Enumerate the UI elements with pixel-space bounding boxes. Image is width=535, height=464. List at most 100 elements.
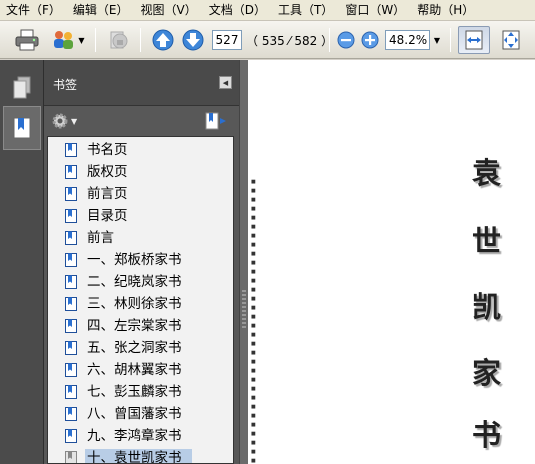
- bookmark-label: 十、袁世凯家书: [85, 449, 192, 463]
- bookmark-item[interactable]: 四、左宗棠家书: [48, 315, 233, 337]
- bookmark-icon: [65, 385, 77, 399]
- chevron-down-icon: ▼: [78, 35, 85, 45]
- bookmark-icon: [13, 117, 31, 139]
- print-button[interactable]: [12, 26, 42, 54]
- menu-bar: 文件（F） 编辑（E） 视图（V） 文档（D） 工具（T） 窗口（W） 帮助（H…: [0, 0, 535, 21]
- previous-page-button[interactable]: [150, 26, 176, 54]
- bookmarks-toolbar: ▼: [44, 107, 239, 135]
- menu-file[interactable]: 文件（F）: [0, 0, 67, 20]
- bookmark-icon: [65, 297, 77, 311]
- menu-view[interactable]: 视图（V）: [135, 0, 203, 20]
- zoom-dropdown-chevron-icon[interactable]: ▼: [431, 30, 443, 50]
- options-chevron-down-icon: ▼: [71, 116, 78, 126]
- bookmark-icon: [65, 143, 77, 157]
- bookmark-list: 书名页版权页前言页目录页前言一、郑板桥家书 二、纪晓岚家书三、林则徐家书四、左宗棠…: [47, 136, 234, 464]
- bookmark-item[interactable]: 七、彭玉麟家书: [48, 381, 233, 403]
- printer-icon: [15, 29, 39, 51]
- bookmark-item[interactable]: 十、袁世凯家书: [48, 447, 233, 463]
- gear-icon: [52, 113, 68, 129]
- people-icon: [54, 31, 74, 49]
- bookmark-icon: [65, 209, 77, 223]
- bookmark-icon: [65, 231, 77, 245]
- bookmark-label: 八、曾国藩家书: [87, 406, 182, 422]
- menu-help[interactable]: 帮助（H）: [411, 0, 480, 20]
- bookmark-label: 九、李鸿章家书: [87, 428, 182, 444]
- bookmark-item[interactable]: 三、林则徐家书: [48, 293, 233, 315]
- bookmark-icon: [65, 407, 77, 421]
- pages-icon: [13, 76, 31, 99]
- bookmark-label: 四、左宗棠家书: [87, 318, 182, 334]
- bookmark-item[interactable]: 六、胡林翼家书: [48, 359, 233, 381]
- bookmark-icon: [65, 341, 77, 355]
- bookmark-item[interactable]: 目录页: [48, 205, 233, 227]
- zoom-out-button[interactable]: [336, 26, 356, 54]
- arrow-up-icon: [152, 29, 174, 51]
- bookmark-item[interactable]: 前言: [48, 227, 233, 249]
- bookmark-label: 目录页: [87, 208, 128, 224]
- bookmark-label: 五、张之洞家书: [87, 340, 182, 356]
- zoom-in-button[interactable]: [360, 26, 380, 54]
- bookmark-label: 版权页: [87, 164, 128, 180]
- document-title-char: 世: [472, 224, 502, 258]
- bookmark-icon: [65, 165, 77, 179]
- document-view[interactable]: ■ ■ ■ ■ ■ ■ ■ ■ ■ ■ ■ ■ ■ ■ ■ ■ ■ ■ ■ ■ ■…: [248, 60, 535, 464]
- bookmark-item[interactable]: 书名页: [48, 139, 233, 161]
- fit-page-icon: [502, 30, 520, 50]
- page-fine-print: ■ ■ ■ ■ ■ ■ ■ ■ ■ ■ ■ ■ ■ ■ ■ ■ ■ ■ ■ ■ ■…: [251, 179, 256, 464]
- bookmark-label: 二、纪晓岚家书: [87, 274, 182, 290]
- menu-tools[interactable]: 工具（T）: [272, 0, 339, 20]
- bookmarks-title: 书签: [53, 78, 78, 92]
- bookmark-item[interactable]: 前言页: [48, 183, 233, 205]
- secure-document-icon: [110, 31, 128, 49]
- fit-width-icon: [465, 30, 483, 50]
- bookmark-label: 一、郑板桥家书: [87, 252, 182, 268]
- bookmark-item[interactable]: 九、李鸿章家书: [48, 425, 233, 447]
- document-title-char: 书: [472, 418, 502, 452]
- next-page-button[interactable]: [180, 26, 206, 54]
- navigation-panel-tabs: [0, 60, 44, 464]
- menu-edit[interactable]: 编辑（E）: [67, 0, 135, 20]
- secure-button[interactable]: [103, 26, 133, 54]
- panel-splitter[interactable]: [239, 60, 248, 464]
- pages-tab[interactable]: [3, 66, 41, 110]
- fit-width-button[interactable]: [458, 26, 490, 54]
- bookmarks-header: 书签 ◀: [44, 60, 239, 106]
- zoom-level-input[interactable]: 48.2%: [385, 30, 430, 50]
- bookmark-icon: [65, 429, 77, 443]
- document-title-char: 袁: [472, 156, 502, 190]
- menu-document[interactable]: 文档（D）: [203, 0, 272, 20]
- bookmark-label: 书名页: [87, 142, 128, 158]
- document-title-char: 凯: [472, 290, 502, 324]
- bookmark-label: 六、胡林翼家书: [87, 362, 182, 378]
- bookmark-icon: [65, 363, 77, 377]
- toolbar: ▼ 527 （ 535 ⁄ 582 ） 48.2% ▼: [0, 21, 535, 59]
- bookmarks-tab[interactable]: [3, 106, 41, 150]
- collaborate-button[interactable]: ▼: [48, 26, 88, 54]
- bookmark-label: 前言: [87, 230, 114, 246]
- bookmark-item[interactable]: 版权页: [48, 161, 233, 183]
- bookmark-icon: [65, 187, 77, 201]
- options-button[interactable]: ▼: [51, 112, 77, 130]
- bookmark-item[interactable]: 一、郑板桥家书: [48, 249, 233, 271]
- bookmark-icon: [65, 451, 77, 463]
- page-number-input[interactable]: 527: [212, 30, 242, 50]
- page-count: （ 535 ⁄ 582 ）: [246, 34, 334, 48]
- chevron-left-icon: ◀: [222, 78, 229, 87]
- bookmark-icon: [65, 275, 77, 289]
- collapse-panel-button[interactable]: ◀: [219, 76, 232, 89]
- bookmark-label: 七、彭玉麟家书: [87, 384, 182, 400]
- bookmark-icon: [65, 319, 77, 333]
- fit-page-button[interactable]: [496, 26, 526, 54]
- zoom-out-icon: [337, 31, 355, 49]
- arrow-down-icon: [182, 29, 204, 51]
- bookmarks-panel: 书签 ◀ ▼ 书名页版权页前言页目录页前言一、郑板桥家书 二、纪晓岚家书三、林则徐…: [44, 60, 239, 464]
- new-bookmark-button[interactable]: [204, 112, 228, 133]
- bookmark-label: 前言页: [87, 186, 128, 202]
- bookmark-icon: [65, 253, 77, 267]
- bookmark-item[interactable]: 二、纪晓岚家书: [48, 271, 233, 293]
- zoom-in-icon: [361, 31, 379, 49]
- new-bookmark-icon: [205, 112, 226, 130]
- menu-window[interactable]: 窗口（W）: [339, 0, 411, 20]
- bookmark-item[interactable]: 八、曾国藩家书: [48, 403, 233, 425]
- bookmark-item[interactable]: 五、张之洞家书: [48, 337, 233, 359]
